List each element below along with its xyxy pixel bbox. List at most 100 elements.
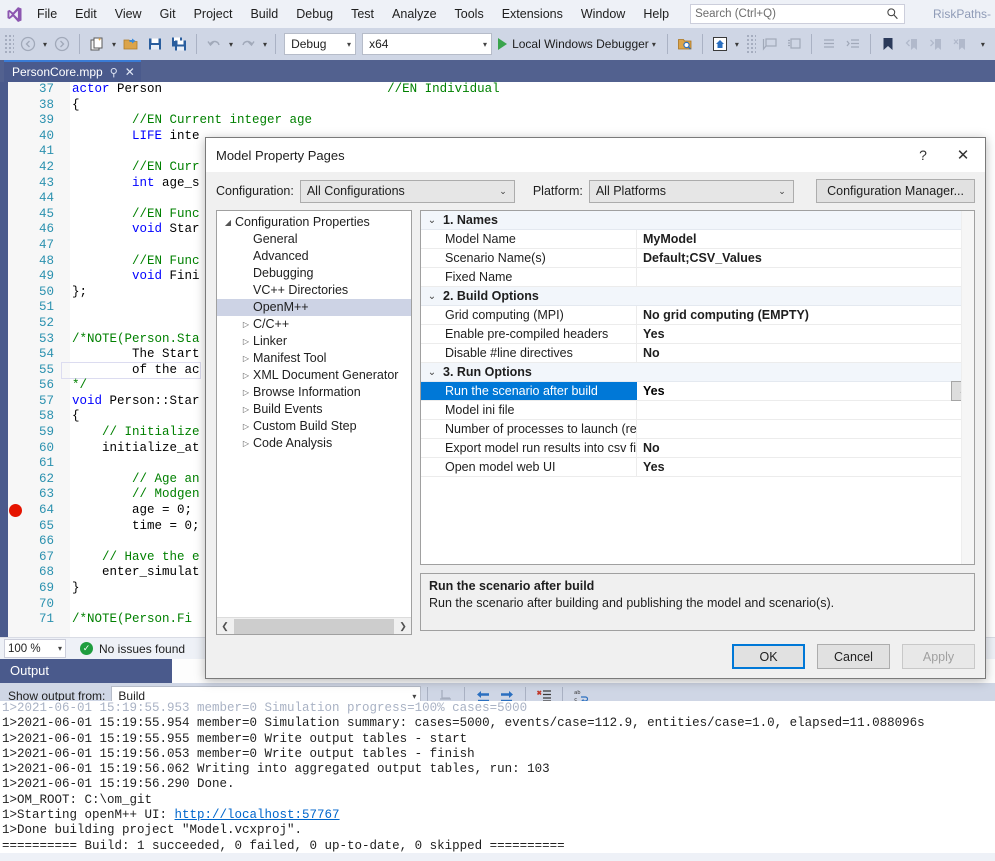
property-section-2-build-options[interactable]: ⌄ 2. Build Options <box>421 287 974 306</box>
property-value[interactable] <box>637 420 974 438</box>
close-icon[interactable]: ✕ <box>125 65 135 79</box>
property-value[interactable] <box>637 401 974 419</box>
solution-configuration-combo[interactable]: Debug ▾ <box>284 33 357 55</box>
chevron-collapsed-icon[interactable]: ▷ <box>239 367 253 384</box>
tree-horizontal-scrollbar[interactable]: ❮ ❯ <box>217 617 411 634</box>
menu-git[interactable]: Git <box>151 0 185 28</box>
property-row[interactable]: Disable #line directives No <box>421 344 974 363</box>
property-grid-scrollbar[interactable] <box>961 211 974 564</box>
chevron-collapsed-icon[interactable]: ▷ <box>239 418 253 435</box>
property-value[interactable] <box>637 268 974 286</box>
menu-help[interactable]: Help <box>634 0 678 28</box>
property-grid[interactable]: ⌄ 1. Names Model Name MyModel Scenario Name(… <box>420 210 975 565</box>
tree-item-advanced[interactable]: Advanced <box>217 248 411 265</box>
property-row[interactable]: Grid computing (MPI) No grid computing (E… <box>421 306 974 325</box>
tree-item-code-analysis[interactable]: ▷ Code Analysis <box>217 435 411 452</box>
tree-item-xml-document-generator[interactable]: ▷ XML Document Generator <box>217 367 411 384</box>
navigate-back-icon[interactable] <box>16 32 40 56</box>
redo-dropdown-icon[interactable]: ▾ <box>260 40 270 49</box>
property-value[interactable]: Yes <box>637 325 974 343</box>
uncomment-selection-icon[interactable] <box>782 32 806 56</box>
chevron-down-icon[interactable]: ▾ <box>649 40 659 49</box>
property-row[interactable]: Model Name MyModel <box>421 230 974 249</box>
configuration-manager-button[interactable]: Configuration Manager... <box>816 179 975 203</box>
bookmark-icon[interactable] <box>876 32 900 56</box>
toolbar-grip[interactable] <box>4 34 14 54</box>
output-text-area[interactable]: 1>2021-06-01 15:19:55.953 member=0 Simul… <box>0 701 995 853</box>
property-value[interactable]: No <box>637 439 974 457</box>
tree-item-browse-information[interactable]: ▷ Browse Information <box>217 384 411 401</box>
scrollbar-thumb[interactable] <box>234 618 394 634</box>
start-debugging-button[interactable]: Local Windows Debugger ▾ <box>495 32 662 56</box>
tab-personcore-mpp[interactable]: PersonCore.mpp ⚲ ✕ <box>4 60 141 82</box>
property-row[interactable]: Open model web UI Yes <box>421 458 974 477</box>
tree-item-general[interactable]: General <box>217 231 411 248</box>
previous-bookmark-icon[interactable] <box>900 32 924 56</box>
property-row[interactable]: Enable pre-compiled headers Yes <box>421 325 974 344</box>
open-folder-icon[interactable] <box>119 32 143 56</box>
menu-view[interactable]: View <box>106 0 151 28</box>
find-in-files-icon[interactable] <box>673 32 697 56</box>
clear-bookmark-icon[interactable] <box>948 32 972 56</box>
comment-selection-icon[interactable] <box>758 32 782 56</box>
tree-item-manifest-tool[interactable]: ▷ Manifest Tool <box>217 350 411 367</box>
property-pages-tree[interactable]: ◢ Configuration Properties General Advanced… <box>216 210 412 635</box>
dialog-title-bar[interactable]: Model Property Pages ? ✕ <box>206 138 985 172</box>
cancel-button[interactable]: Cancel <box>817 644 890 669</box>
save-all-icon[interactable] <box>167 32 191 56</box>
save-icon[interactable] <box>143 32 167 56</box>
property-value[interactable]: MyModel <box>637 230 974 248</box>
tree-item-linker[interactable]: ▷ Linker <box>217 333 411 350</box>
decrease-indent-icon[interactable] <box>817 32 841 56</box>
tree-item-build-events[interactable]: ▷ Build Events <box>217 401 411 418</box>
menu-tools[interactable]: Tools <box>446 0 493 28</box>
scroll-left-icon[interactable]: ❮ <box>217 618 233 635</box>
configuration-combo[interactable]: All Configurations ⌄ <box>299 179 515 203</box>
chevron-collapsed-icon[interactable]: ▷ <box>239 401 253 418</box>
menu-window[interactable]: Window <box>572 0 634 28</box>
chevron-collapsed-icon[interactable]: ▷ <box>239 350 253 367</box>
chevron-collapsed-icon[interactable]: ▷ <box>239 333 253 350</box>
chevron-expanded-icon[interactable]: ◢ <box>221 214 235 231</box>
navigate-forward-icon[interactable] <box>50 32 74 56</box>
property-row[interactable]: Export model run results into csv files N… <box>421 439 974 458</box>
undo-dropdown-icon[interactable]: ▾ <box>226 40 236 49</box>
increase-indent-icon[interactable] <box>841 32 865 56</box>
ok-button[interactable]: OK <box>732 644 805 669</box>
help-icon[interactable]: ? <box>905 138 941 172</box>
property-row[interactable]: Run the scenario after buildYes⌄ <box>421 381 974 401</box>
issues-status[interactable]: ✓ No issues found <box>80 642 185 656</box>
redo-icon[interactable] <box>236 32 260 56</box>
property-value[interactable]: No grid computing (EMPTY) <box>637 306 974 324</box>
menu-test[interactable]: Test <box>342 0 383 28</box>
property-row[interactable]: Model ini file <box>421 401 974 420</box>
chevron-down-icon[interactable]: ⌄ <box>421 363 443 382</box>
property-row[interactable]: Number of processes to launch (require <box>421 420 974 439</box>
chevron-collapsed-icon[interactable]: ▷ <box>239 316 253 333</box>
openm-ui-link[interactable]: http://localhost:57767 <box>175 808 340 822</box>
property-value[interactable]: Yes <box>637 458 974 476</box>
undo-icon[interactable] <box>202 32 226 56</box>
next-bookmark-icon[interactable] <box>924 32 948 56</box>
apply-button[interactable]: Apply <box>902 644 975 669</box>
menu-build[interactable]: Build <box>241 0 287 28</box>
toolbar-overflow-icon[interactable]: ▾ <box>732 40 742 49</box>
property-value[interactable]: No <box>637 344 974 362</box>
chevron-down-icon[interactable]: ⌄ <box>421 287 443 306</box>
toolbar-overflow-icon[interactable]: ▾ <box>978 40 988 49</box>
tree-item-configuration-properties[interactable]: ◢ Configuration Properties <box>217 214 411 231</box>
property-section-1-names[interactable]: ⌄ 1. Names <box>421 211 974 230</box>
tree-item-debugging[interactable]: Debugging <box>217 265 411 282</box>
menu-analyze[interactable]: Analyze <box>383 0 445 28</box>
search-input[interactable]: Search (Ctrl+Q) <box>690 4 906 24</box>
property-value[interactable]: Yes <box>637 382 951 400</box>
menu-extensions[interactable]: Extensions <box>493 0 572 28</box>
pin-icon[interactable]: ⚲ <box>110 66 118 79</box>
menu-debug[interactable]: Debug <box>287 0 342 28</box>
navigate-back-dropdown-icon[interactable]: ▾ <box>40 40 50 49</box>
toolbar-grip[interactable] <box>745 34 756 54</box>
home-icon[interactable] <box>708 32 732 56</box>
tree-item-openm[interactable]: OpenM++ <box>217 299 411 316</box>
new-item-dropdown-icon[interactable]: ▾ <box>109 40 119 49</box>
menu-edit[interactable]: Edit <box>66 0 106 28</box>
